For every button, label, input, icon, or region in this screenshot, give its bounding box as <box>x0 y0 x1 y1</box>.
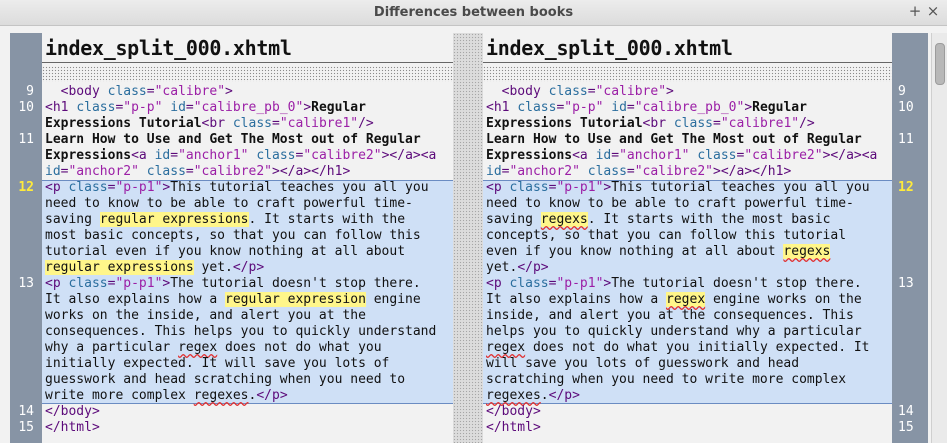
line-number: 13 <box>18 276 34 291</box>
code-line-9-10-11: <body class="calibre"> <h1 class="p-p" i… <box>45 84 437 179</box>
left-diff-pane[interactable]: index_split_000.xhtml <body class="calib… <box>42 33 453 443</box>
filler-region <box>42 66 453 82</box>
line-number: 9 <box>898 84 906 99</box>
left-line-gutter: 9 10 11 12 13 14 15 <box>10 33 42 443</box>
line-number: 9 <box>26 84 34 99</box>
line-number: 14 <box>898 404 914 419</box>
window-title: Differences between books <box>373 5 574 20</box>
line-number: 11 <box>898 132 914 147</box>
line-number: 14 <box>18 404 34 419</box>
diff-center-divider <box>453 33 483 443</box>
close-button[interactable]: × <box>925 3 941 19</box>
window-titlebar: Differences between books + × <box>0 0 947 26</box>
right-line-gutter: 9 10 11 12 13 14 15 <box>892 33 928 443</box>
line-number: 11 <box>18 132 34 147</box>
code-changed-right: <p class="p-p1">This tutorial teaches yo… <box>486 180 870 403</box>
left-filename: index_split_000.xhtml <box>45 36 292 60</box>
filler-region <box>483 66 892 82</box>
divider <box>42 62 453 63</box>
line-number: 10 <box>898 100 914 115</box>
code-line-14-15: </body> </html> <box>486 404 541 435</box>
line-number-active: 12 <box>898 180 914 195</box>
line-number: 15 <box>18 420 34 435</box>
code-line-14-15: </body> </html> <box>45 404 100 435</box>
line-number: 13 <box>898 276 914 291</box>
code-changed-left: <p class="p-p1">This tutorial teaches yo… <box>45 180 437 403</box>
vertical-scrollbar[interactable] <box>931 33 947 443</box>
maximize-plus-button[interactable]: + <box>907 3 923 19</box>
line-number: 10 <box>18 100 34 115</box>
right-diff-pane[interactable]: index_split_000.xhtml <body class="calib… <box>483 33 892 443</box>
code-line-9-10-11: <body class="calibre"> <h1 class="p-p" i… <box>486 84 878 179</box>
line-number: 15 <box>898 420 914 435</box>
divider <box>483 62 892 63</box>
line-number-active: 12 <box>18 180 34 195</box>
right-filename: index_split_000.xhtml <box>486 36 733 60</box>
scrollbar-thumb[interactable] <box>935 43 945 85</box>
